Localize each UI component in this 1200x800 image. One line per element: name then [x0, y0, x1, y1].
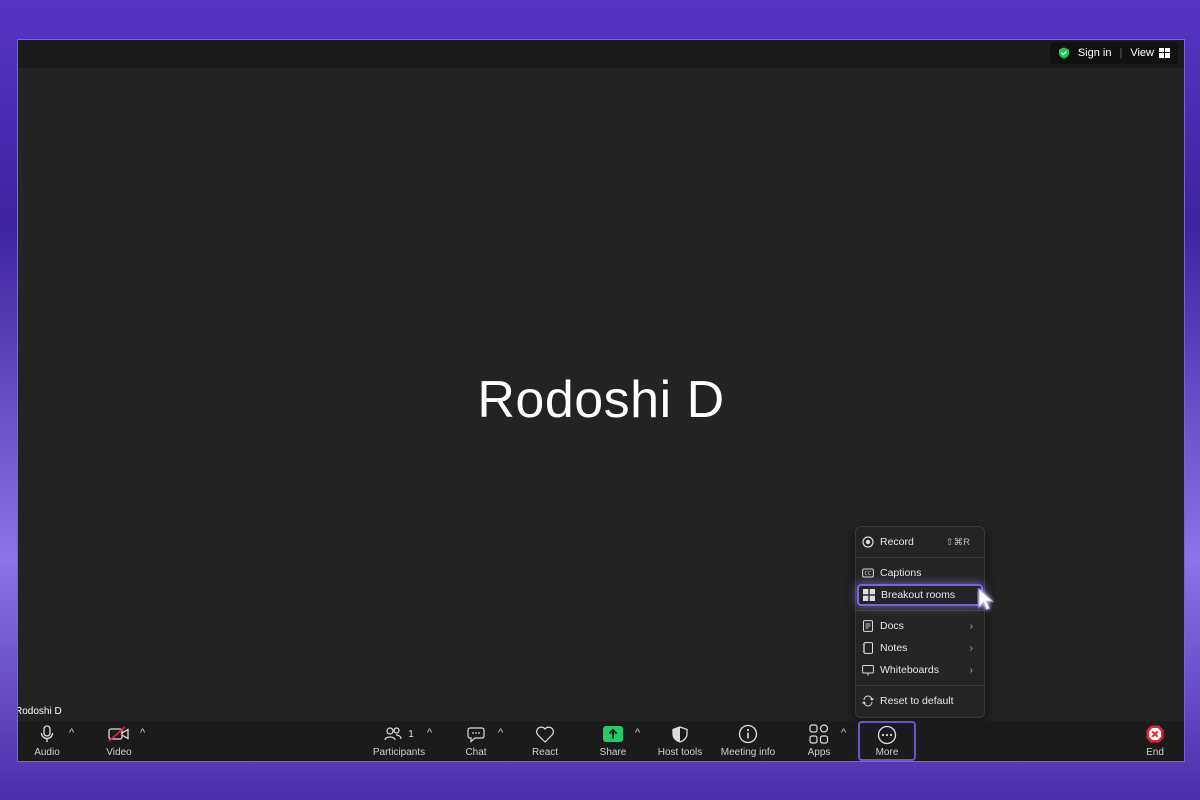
chevron-right-icon: › [969, 642, 973, 654]
menu-divider [856, 610, 984, 611]
react-button[interactable]: React [529, 721, 561, 761]
chat-options-caret[interactable]: ^ [498, 727, 503, 739]
chevron-right-icon: › [969, 620, 973, 632]
meeting-window: Sign in | View Rodoshi D Rodoshi D Recor… [17, 39, 1185, 762]
breakout-rooms-label: Breakout rooms [881, 589, 956, 601]
audio-label: Audio [34, 747, 60, 758]
end-call-icon [1146, 725, 1164, 743]
participants-icon [384, 727, 402, 741]
captions-label: Captions [880, 567, 922, 579]
grid-view-icon [1159, 48, 1170, 58]
video-button[interactable]: Video [104, 721, 134, 761]
notes-icon [862, 642, 873, 654]
chat-label: Chat [465, 747, 487, 758]
record-shortcut: ⇧⌘R [945, 536, 970, 548]
share-button[interactable]: Share [597, 721, 629, 761]
participants-count: 1 [408, 728, 414, 740]
menu-divider [856, 557, 984, 558]
menu-item-captions[interactable]: CC Captions [856, 562, 984, 584]
sign-in-link[interactable]: Sign in [1078, 47, 1112, 59]
apps-label: Apps [807, 747, 831, 758]
host-tools-button[interactable]: Host tools [655, 721, 705, 761]
view-button[interactable]: View [1130, 47, 1170, 59]
more-dots-icon [877, 725, 897, 745]
participant-name-display: Rodoshi D [477, 371, 725, 429]
meeting-info-button[interactable]: Meeting info [720, 721, 776, 761]
participants-label: Participants [372, 747, 426, 758]
participants-options-caret[interactable]: ^ [427, 727, 432, 739]
video-off-icon [108, 726, 129, 742]
more-menu: Record ⇧⌘R CC Captions Breakout rooms Do… [855, 526, 985, 718]
top-right-controls: Sign in | View [1049, 42, 1178, 64]
more-button[interactable]: More [858, 721, 916, 761]
video-options-caret[interactable]: ^ [140, 727, 145, 739]
share-options-caret[interactable]: ^ [635, 727, 640, 739]
video-label: Video [106, 747, 132, 758]
end-label: End [1146, 747, 1164, 758]
meeting-info-label: Meeting info [720, 747, 776, 758]
host-tools-label: Host tools [657, 747, 703, 758]
breakout-rooms-icon [863, 589, 875, 601]
security-shield-icon[interactable] [1058, 47, 1070, 59]
microphone-icon [40, 725, 54, 742]
menu-item-whiteboards[interactable]: Whiteboards › [856, 659, 984, 681]
chat-button[interactable]: Chat [460, 721, 492, 761]
chat-icon [467, 726, 485, 743]
apps-icon [809, 724, 829, 744]
share-label: Share [599, 747, 627, 758]
captions-icon: CC [862, 568, 874, 578]
reset-icon [862, 695, 874, 707]
reset-label: Reset to default [880, 695, 954, 707]
menu-item-reset-to-default[interactable]: Reset to default [856, 690, 984, 712]
apps-options-caret[interactable]: ^ [841, 727, 846, 739]
audio-button[interactable]: Audio [32, 721, 62, 761]
docs-icon [863, 620, 873, 632]
svg-text:CC: CC [865, 571, 872, 577]
chevron-right-icon: › [969, 664, 973, 676]
menu-item-notes[interactable]: Notes › [856, 637, 984, 659]
docs-label: Docs [880, 620, 904, 632]
more-label: More [875, 747, 899, 758]
view-label: View [1130, 47, 1154, 59]
notes-label: Notes [880, 642, 908, 654]
participants-button[interactable]: 1 Participants [370, 721, 428, 761]
whiteboards-label: Whiteboards [880, 664, 939, 676]
react-label: React [531, 747, 559, 758]
audio-options-caret[interactable]: ^ [69, 727, 74, 739]
host-tools-shield-icon [672, 725, 688, 743]
mouse-pointer-icon [978, 588, 994, 611]
top-bar: Sign in | View [18, 40, 1184, 68]
record-icon [862, 536, 874, 548]
menu-item-docs[interactable]: Docs › [856, 615, 984, 637]
info-icon [738, 724, 758, 744]
separator: | [1119, 47, 1123, 59]
whiteboard-icon [862, 665, 874, 676]
record-label: Record [880, 536, 914, 548]
meeting-toolbar: Audio ^ Video ^ 1 Participants ^ Chat ^ … [18, 721, 1184, 761]
participant-name-tag: Rodoshi D [17, 706, 62, 717]
end-button[interactable]: End [1140, 721, 1170, 761]
apps-button[interactable]: Apps [804, 721, 834, 761]
share-screen-icon [603, 726, 623, 742]
menu-item-breakout-rooms[interactable]: Breakout rooms [857, 584, 983, 606]
menu-item-record[interactable]: Record ⇧⌘R [856, 531, 984, 553]
heart-icon [536, 726, 554, 743]
menu-divider [856, 685, 984, 686]
